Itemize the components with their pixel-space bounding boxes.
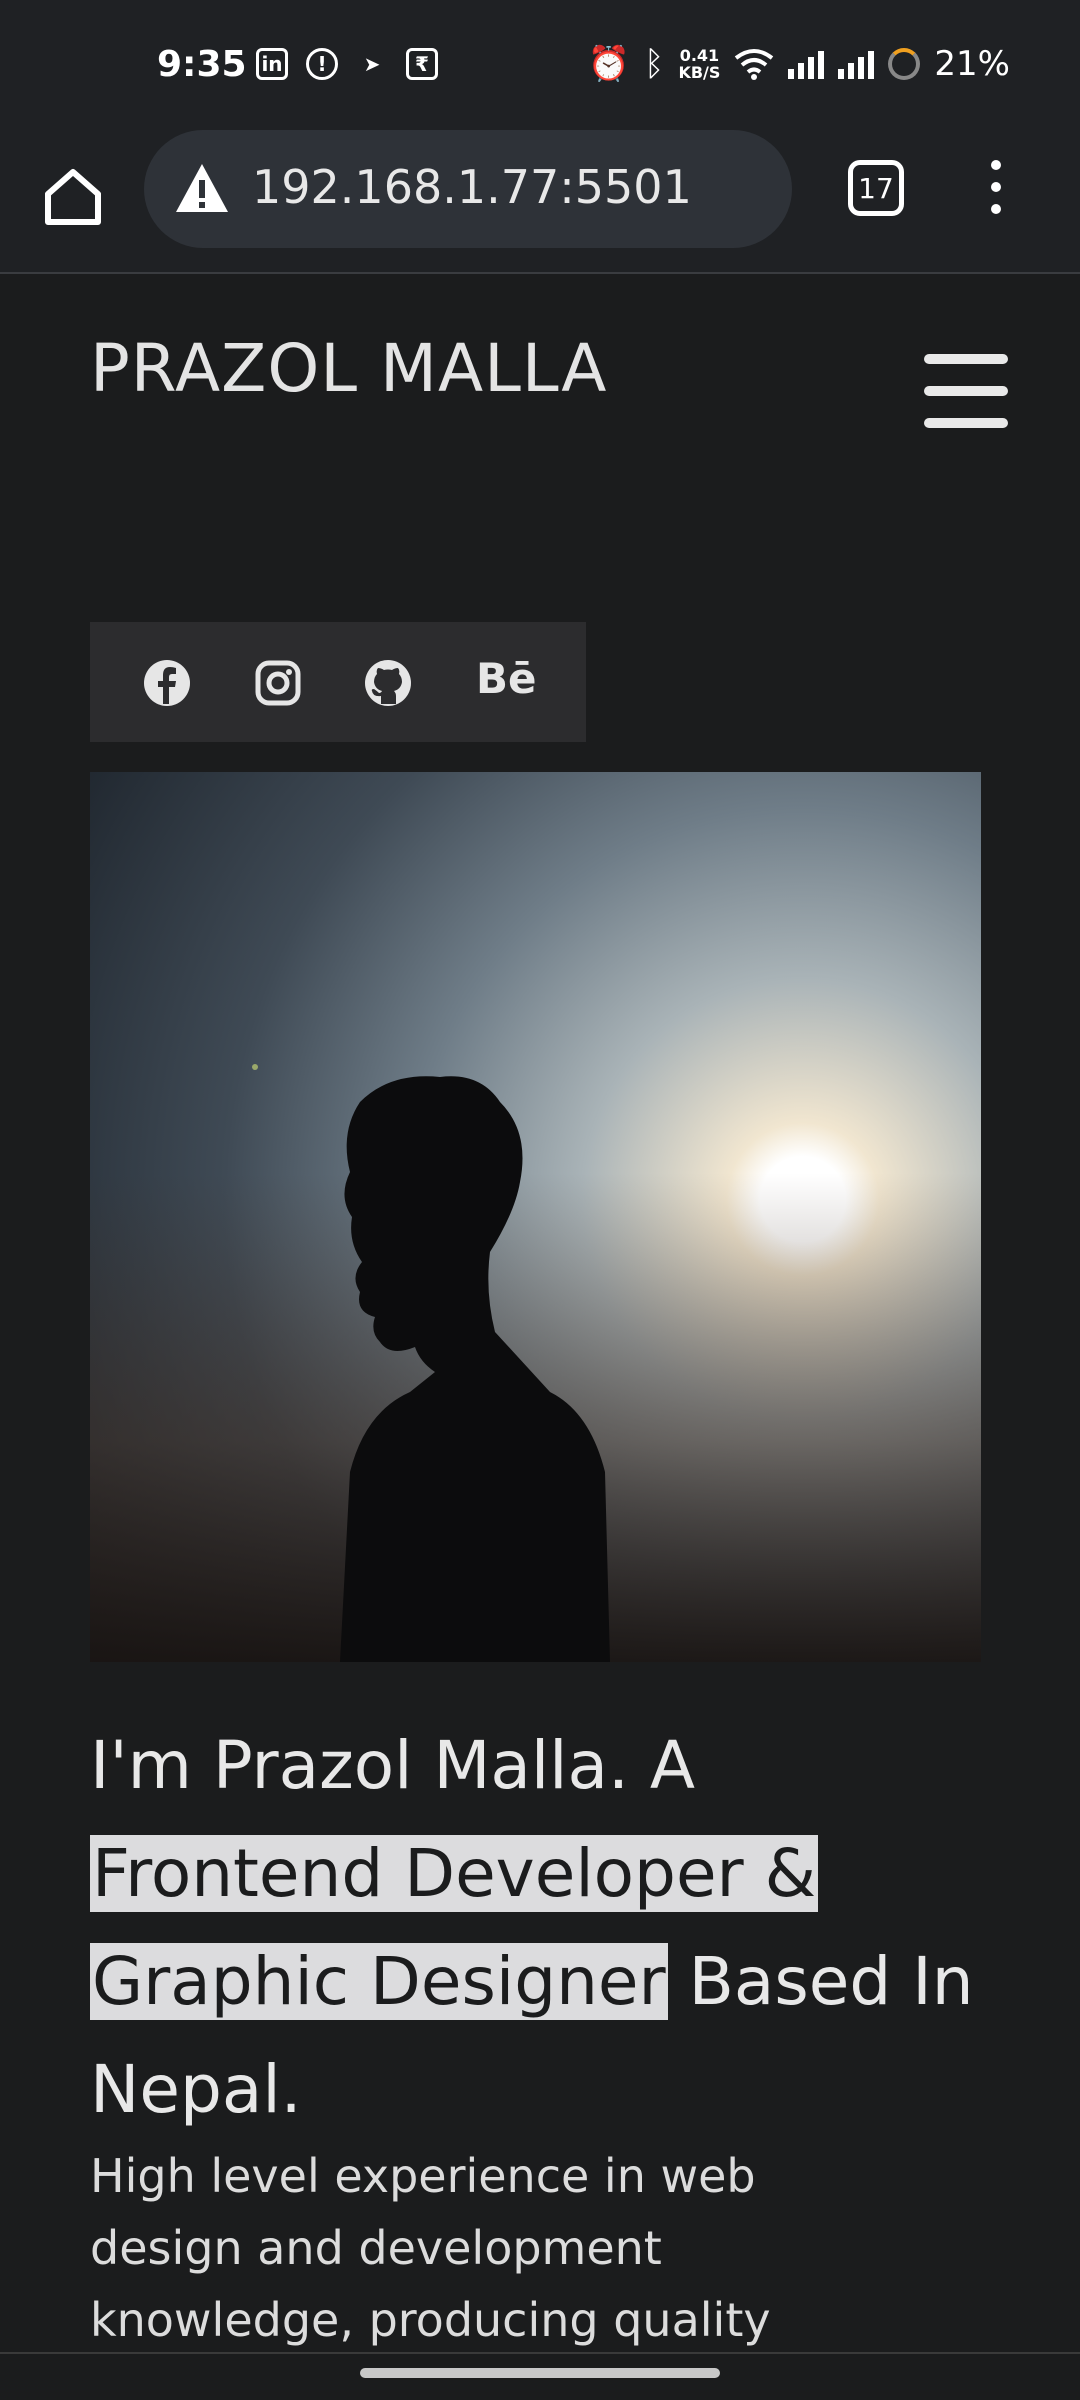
headline-highlight-role: Frontend Developer & bbox=[90, 1835, 819, 1912]
menu-dots-icon[interactable] bbox=[984, 160, 1008, 220]
status-bar: 9:35 in ! ➤ ₹ ⏰ ᛒ 0.41 KB/S 21% bbox=[0, 0, 1080, 130]
warning-icon[interactable] bbox=[174, 162, 230, 214]
bottom-divider bbox=[0, 2352, 1080, 2354]
status-time: 9:35 bbox=[157, 44, 247, 85]
alarm-icon: ⏰ bbox=[587, 44, 631, 84]
battery-icon bbox=[888, 48, 921, 80]
silhouette-figure bbox=[252, 1064, 610, 1662]
headline-highlight-designer: Graphic Designer bbox=[90, 1943, 668, 2020]
wifi-icon bbox=[735, 49, 774, 80]
gesture-nav-handle[interactable] bbox=[360, 2368, 720, 2378]
status-right: ⏰ ᛒ 0.41 KB/S 21% bbox=[588, 44, 1010, 84]
network-speed: 0.41 KB/S bbox=[678, 46, 721, 82]
home-icon[interactable] bbox=[38, 162, 108, 232]
headline-intro: I'm Prazol Malla. A bbox=[90, 1727, 696, 1804]
payment-icon: ₹ bbox=[406, 48, 438, 80]
hero-portrait-image bbox=[90, 772, 981, 1662]
site-brand[interactable]: PRAZOL MALLA bbox=[90, 330, 607, 407]
url-text[interactable]: 192.168.1.77:5501 bbox=[252, 160, 692, 214]
tabs-button[interactable]: 17 bbox=[848, 160, 904, 216]
notification-icons: in ! ➤ ₹ bbox=[256, 48, 438, 80]
github-icon[interactable] bbox=[363, 658, 413, 708]
facebook-icon[interactable] bbox=[142, 658, 192, 708]
hamburger-menu-icon[interactable] bbox=[924, 354, 1008, 428]
notification-icon: ! bbox=[306, 48, 338, 80]
linkedin-icon: in bbox=[256, 48, 288, 80]
signal-icon-1 bbox=[788, 49, 825, 79]
social-links-bar: Bē bbox=[90, 622, 586, 742]
bluetooth-icon: ᛒ bbox=[644, 44, 665, 84]
hero-headline: I'm Prazol Malla. A Frontend Developer &… bbox=[90, 1712, 990, 2144]
signal-icon-2 bbox=[838, 49, 875, 79]
instagram-icon[interactable] bbox=[253, 658, 303, 708]
browser-toolbar: 192.168.1.77:5501 17 bbox=[0, 130, 1080, 274]
app-icon: ➤ bbox=[363, 52, 381, 76]
battery-level: 21% bbox=[934, 44, 1010, 84]
behance-icon[interactable]: Bē bbox=[476, 654, 546, 704]
hero-subtext: High level experience in web design and … bbox=[90, 2149, 771, 2347]
address-bar-content[interactable]: 192.168.1.77:5501 bbox=[144, 130, 792, 248]
